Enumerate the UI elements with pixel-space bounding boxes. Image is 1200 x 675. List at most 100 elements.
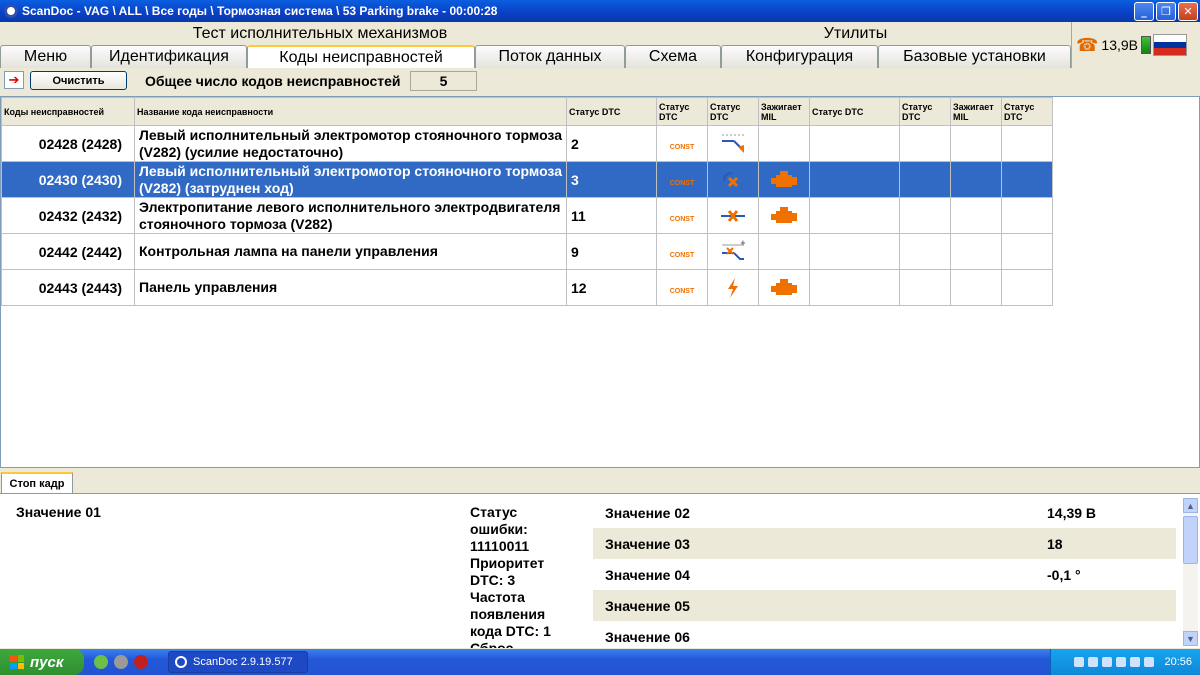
tray-icon[interactable]	[1074, 657, 1085, 667]
header-mil[interactable]: Зажигает MIL	[950, 97, 1002, 126]
values-scrollbar[interactable]: ▲ ▼	[1183, 498, 1198, 646]
fault-code: 02430 (2430)	[1, 161, 135, 198]
fault-codes-grid[interactable]: Коды неисправностей Название кода неиспр…	[0, 96, 1200, 468]
title-bar: ScanDoc - VAG \ ALL \ Все годы \ Тормозн…	[0, 0, 1200, 22]
export-arrow-button[interactable]: ➔	[4, 71, 24, 89]
scroll-down-icon[interactable]: ▼	[1183, 631, 1198, 646]
tray-icon[interactable]	[1102, 657, 1113, 667]
quicklaunch-app-icon[interactable]	[134, 655, 148, 669]
fault-code: 02428 (2428)	[1, 125, 135, 162]
value-name: Значение 03	[605, 535, 690, 552]
scroll-thumb[interactable]	[1183, 516, 1198, 564]
toolbar: ➔ Очистить Общее число кодов неисправнос…	[0, 68, 1200, 94]
fault-code: 02442 (2442)	[1, 233, 135, 270]
insufficient-icon	[707, 125, 759, 162]
value-reading: 14,39 В	[1047, 504, 1097, 521]
header-dtc-status[interactable]: Статус DTC	[899, 97, 951, 126]
tray-icon[interactable]	[1116, 657, 1127, 667]
header-code-name[interactable]: Название кода неисправности	[134, 97, 567, 126]
fault-code: 02443 (2443)	[1, 269, 135, 306]
tab-fault-codes[interactable]: Коды неисправностей	[247, 45, 475, 68]
table-row-selected[interactable]: 02430 (2430) Левый исполнительный электр…	[1, 161, 1053, 198]
tab-configuration[interactable]: Конфигурация	[721, 45, 878, 68]
fault-status: 9	[566, 233, 657, 270]
system-tray: 20:56	[1050, 649, 1200, 675]
sticking-icon	[707, 161, 759, 198]
fault-codes-table: Коды неисправностей Название кода неиспр…	[1, 97, 1053, 306]
value-row: Значение 06	[593, 621, 1176, 648]
fault-status: 3	[566, 161, 657, 198]
fault-status: 12	[566, 269, 657, 306]
tab-group-utilities[interactable]: Утилиты	[640, 23, 1071, 45]
battery-icon	[1141, 36, 1152, 54]
table-row[interactable]: 02442 (2442) Контрольная лампа на панели…	[1, 233, 1053, 270]
fault-code: 02432 (2432)	[1, 197, 135, 234]
value-reading: 18	[1047, 535, 1063, 552]
header-fault-codes[interactable]: Коды неисправностей	[1, 97, 135, 126]
header-dtc-status[interactable]: Статус DTC	[656, 97, 708, 126]
clear-button[interactable]: Очистить	[30, 71, 127, 90]
scroll-up-icon[interactable]: ▲	[1183, 498, 1198, 513]
clock[interactable]: 20:56	[1164, 656, 1192, 668]
tab-freeze-frame[interactable]: Стоп кадр	[1, 472, 73, 494]
fault-name: Панель управления	[134, 269, 567, 306]
scandoc-icon	[175, 656, 187, 668]
quicklaunch-app-icon[interactable]	[114, 655, 128, 669]
tab-schema[interactable]: Схема	[625, 45, 721, 68]
header-dtc-status[interactable]: Статус DTC	[809, 97, 900, 126]
tab-menu[interactable]: Меню	[0, 45, 91, 68]
header-dtc-status[interactable]: Статус DTC	[1001, 97, 1053, 126]
table-row[interactable]: 02443 (2443) Панель управления 12 CONST	[1, 269, 1053, 306]
tray-icon[interactable]	[1088, 657, 1099, 667]
phone-icon: ☎	[1076, 34, 1099, 55]
maximize-button[interactable]: ❐	[1156, 1, 1176, 21]
value-name: Значение 05	[605, 597, 690, 614]
tab-group-actuator-test[interactable]: Тест исполнительных механизмов	[0, 23, 640, 45]
tab-identification[interactable]: Идентификация	[91, 45, 247, 68]
svg-text:+: +	[740, 239, 746, 247]
header-dtc-status[interactable]: Статус DTC	[566, 97, 657, 126]
tab-basic-settings[interactable]: Базовые установки	[878, 45, 1071, 68]
value-01-label: Значение 01	[16, 504, 101, 520]
const-badge: CONST	[669, 251, 695, 259]
tab-data-stream[interactable]: Поток данных	[475, 45, 625, 68]
const-badge: CONST	[669, 287, 695, 295]
header-dtc-status[interactable]: Статус DTC	[707, 97, 759, 126]
value-name: Значение 06	[605, 628, 690, 645]
fault-name: Электропитание левого исполнительного эл…	[134, 197, 567, 234]
taskbar: пуск ScanDoc 2.9.19.577 20:56	[0, 649, 1200, 675]
const-badge: CONST	[669, 179, 695, 187]
fault-name: Левый исполнительный электромотор стояно…	[134, 161, 567, 198]
value-row: Значение 03 18	[593, 528, 1176, 559]
const-badge: CONST	[669, 215, 695, 223]
fault-status: 2	[566, 125, 657, 162]
minimize-button[interactable]: _	[1134, 1, 1154, 21]
engine-icon	[758, 269, 810, 306]
start-label: пуск	[30, 653, 64, 671]
tray-icon[interactable]	[1130, 657, 1141, 667]
taskbar-item-scandoc[interactable]: ScanDoc 2.9.19.577	[168, 651, 308, 673]
voltage-readout: 13,9В	[1101, 37, 1139, 53]
total-codes-value: 5	[410, 71, 477, 91]
table-row[interactable]: 02432 (2432) Электропитание левого испол…	[1, 197, 1053, 234]
value-row: Значение 02 14,39 В	[593, 497, 1176, 528]
windows-logo-icon	[10, 655, 24, 669]
quick-launch	[94, 655, 148, 669]
quicklaunch-app-icon[interactable]	[94, 655, 108, 669]
engine-icon	[758, 197, 810, 234]
table-row[interactable]: 02428 (2428) Левый исполнительный электр…	[1, 125, 1053, 162]
header-mil[interactable]: Зажигает MIL	[758, 97, 810, 126]
russian-flag-icon[interactable]	[1153, 34, 1188, 56]
start-button[interactable]: пуск	[0, 649, 84, 675]
value-name: Значение 02	[605, 504, 690, 521]
const-badge: CONST	[669, 143, 695, 151]
app-icon	[4, 4, 18, 18]
fault-name: Контрольная лампа на панели управления	[134, 233, 567, 270]
close-button[interactable]: ✕	[1178, 1, 1198, 21]
open-circuit-icon	[707, 197, 759, 234]
values-table: Значение 02 14,39 В Значение 03 18 Значе…	[593, 497, 1176, 648]
fault-name: Левый исполнительный электромотор стояно…	[134, 125, 567, 162]
tray-icon[interactable]	[1144, 657, 1155, 667]
engine-icon	[758, 161, 810, 198]
short-to-plus-icon: +	[707, 233, 759, 270]
